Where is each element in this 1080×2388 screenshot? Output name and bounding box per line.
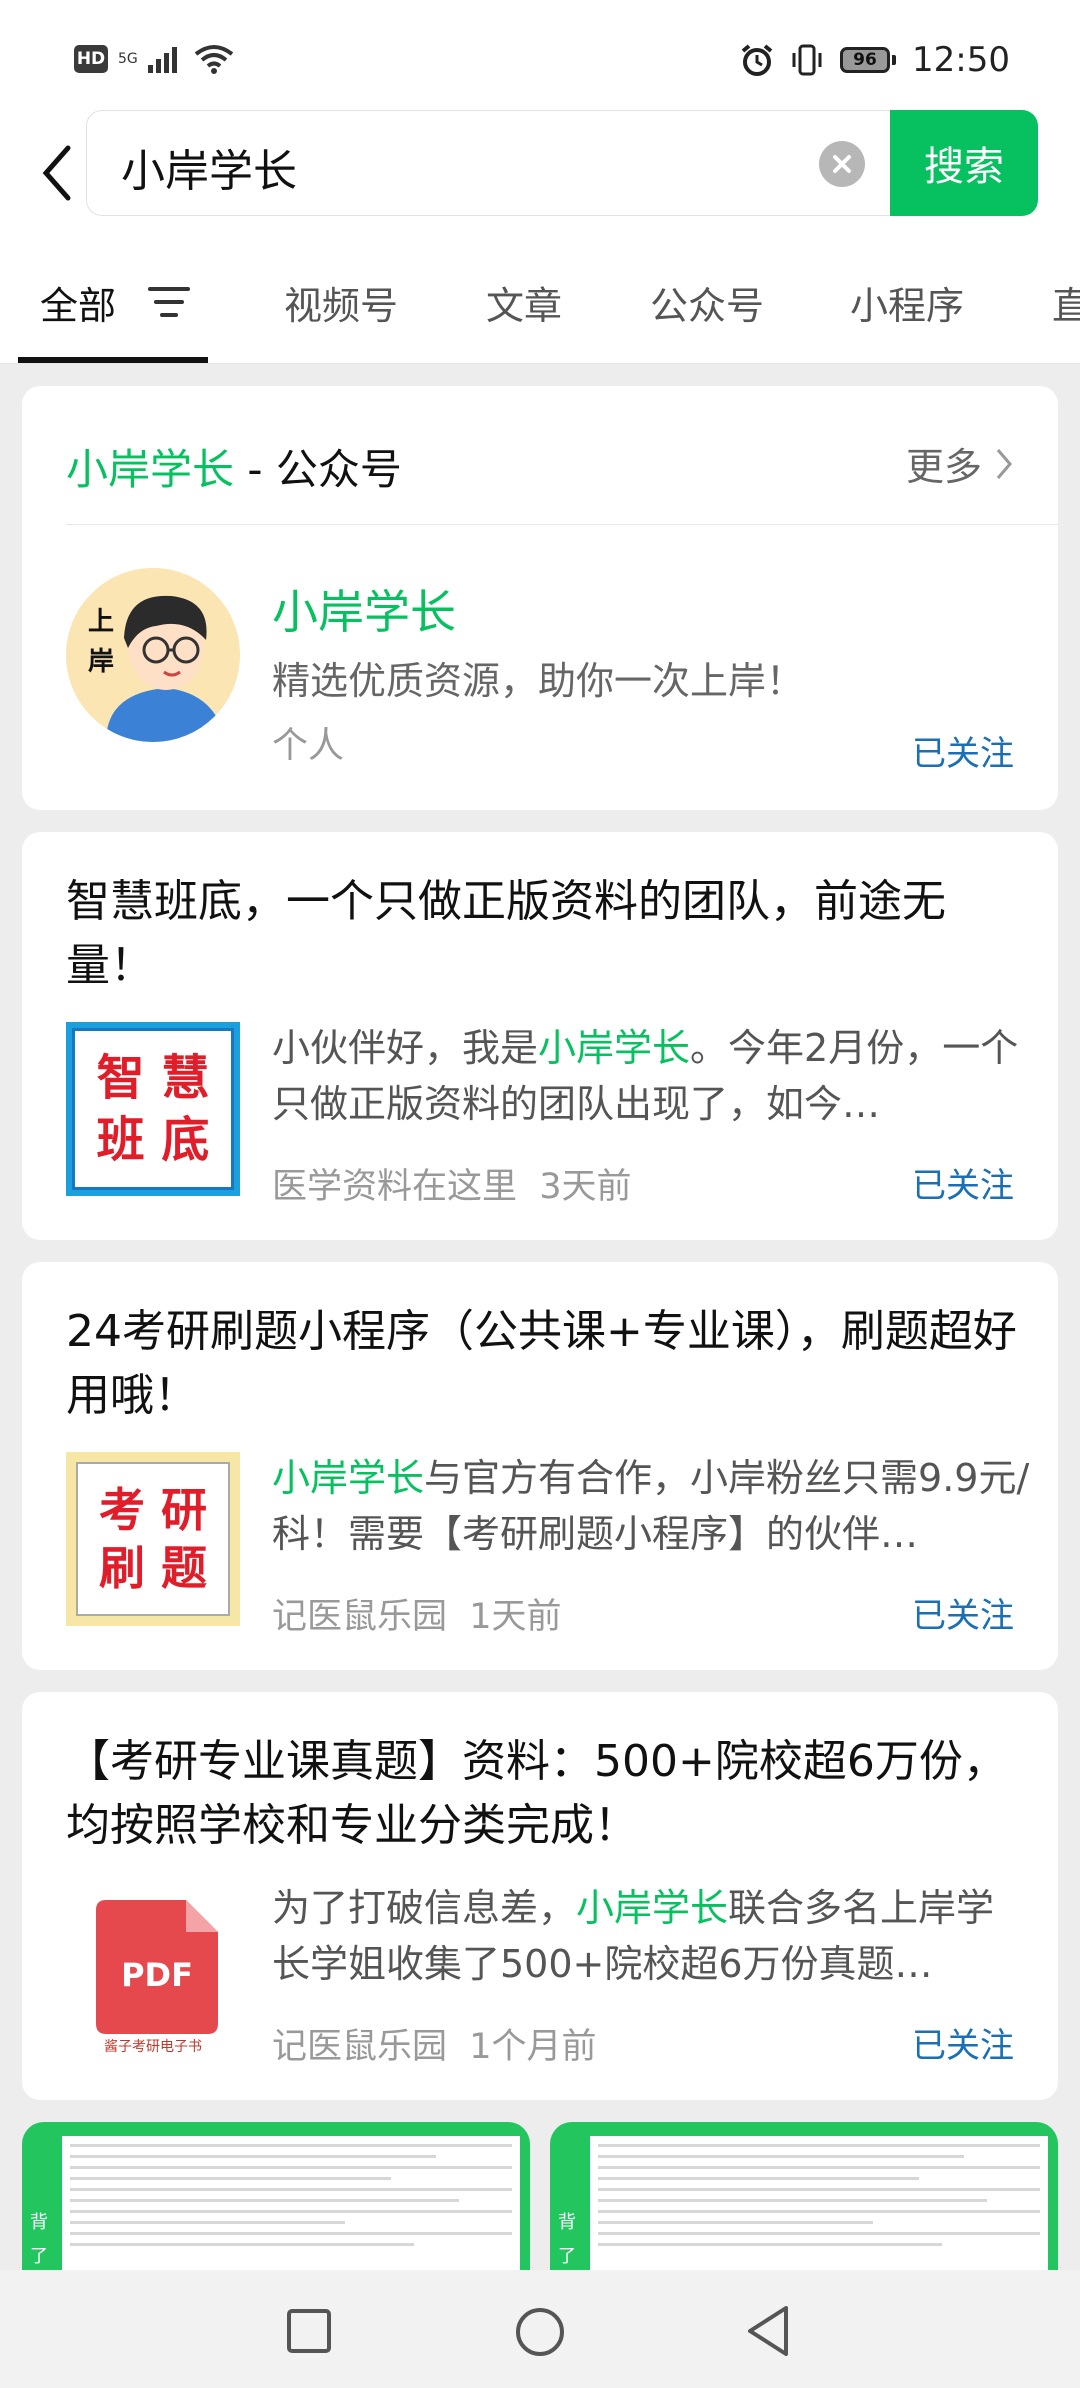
battery-icon: 96 bbox=[840, 47, 897, 73]
article-snippet: 小伙伴好，我是小岸学长。今年2月份，一个只做正版资料的团队出现了，如今… bbox=[272, 1026, 1019, 1126]
card-side-text: 背了 bbox=[558, 2212, 576, 2267]
article-title: 【考研专业课真题】资料：500+院校超6万份，均按照学校和专业分类完成！ bbox=[66, 1736, 1007, 1851]
tab-all[interactable]: 全部 bbox=[40, 275, 116, 330]
hd-badge: HD bbox=[74, 45, 108, 73]
account-card[interactable]: 小岸学长 - 公众号 更多 上岸 小岸学长 精选优质资源，助你一次上岸！ 个人 … bbox=[22, 386, 1058, 810]
article-snippet: 为了打破信息差，小岸学长联合多名上岸学长学姐收集了500+院校超6万份真题… bbox=[272, 1886, 995, 1986]
vibrate-icon bbox=[792, 44, 822, 76]
tab-official-accounts[interactable]: 公众号 bbox=[650, 275, 764, 330]
account-description: 精选优质资源，助你一次上岸！ bbox=[272, 659, 805, 703]
active-tab-indicator bbox=[18, 357, 208, 363]
card-side-text: 背了 bbox=[30, 2212, 48, 2267]
tab-articles[interactable]: 文章 bbox=[486, 275, 562, 330]
divider bbox=[66, 524, 1058, 525]
thumbnail-text: 智 慧 bbox=[96, 1050, 210, 1106]
avatar[interactable]: 上岸 bbox=[66, 568, 240, 742]
alarm-icon bbox=[741, 44, 773, 76]
tab-live[interactable]: 直 bbox=[1052, 275, 1080, 330]
network-label: 5G bbox=[118, 51, 138, 67]
article-card[interactable]: 【考研专业课真题】资料：500+院校超6万份，均按照学校和专业分类完成！ PDF… bbox=[22, 1692, 1058, 2100]
thumbnail-text: 考 研 bbox=[98, 1483, 207, 1537]
account-name: 小岸学长 bbox=[272, 585, 456, 639]
pdf-caption: 酱子考研电子书 bbox=[104, 2039, 202, 2055]
search-input[interactable]: 小岸学长 bbox=[86, 110, 892, 216]
search-button[interactable]: 搜索 bbox=[890, 110, 1038, 216]
article-title: 智慧班底，一个只做正版资料的团队，前途无量！ bbox=[66, 876, 946, 991]
follow-status: 已关注 bbox=[912, 2026, 1014, 2066]
home-icon[interactable] bbox=[514, 2306, 566, 2358]
back-arrow-icon[interactable] bbox=[34, 138, 78, 208]
filter-icon[interactable] bbox=[148, 285, 190, 319]
recent-apps-icon[interactable] bbox=[286, 2308, 332, 2354]
clear-icon[interactable] bbox=[819, 141, 865, 187]
wifi-icon bbox=[194, 45, 233, 74]
status-bar: HD 5G 96 12:50 bbox=[0, 0, 1080, 110]
clock: 12:50 bbox=[912, 40, 1010, 80]
system-nav-bar bbox=[0, 2270, 1080, 2388]
article-thumbnail: 考 研 刷 题 bbox=[66, 1452, 240, 1626]
follow-status: 已关注 bbox=[912, 1596, 1014, 1636]
chevron-right-icon bbox=[996, 448, 1012, 479]
signal-icon bbox=[147, 47, 177, 73]
back-nav-icon[interactable] bbox=[744, 2304, 792, 2358]
account-type: 个人 bbox=[272, 725, 345, 766]
tab-mini-programs[interactable]: 小程序 bbox=[850, 275, 964, 330]
thumbnail-text: 刷 题 bbox=[98, 1541, 207, 1595]
pdf-icon: PDF 酱子考研电子书 bbox=[66, 1882, 240, 2056]
article-meta: 记医鼠乐园 1天前 bbox=[272, 1597, 562, 1637]
search-query: 小岸学长 bbox=[121, 146, 297, 197]
search-bar: 小岸学长 搜索 bbox=[0, 110, 1080, 245]
tab-video[interactable]: 视频号 bbox=[284, 275, 398, 330]
article-meta: 医学资料在这里 3天前 bbox=[272, 1167, 632, 1207]
article-title: 24考研刷题小程序（公共课+专业课），刷题超好用哦！ bbox=[66, 1306, 1017, 1421]
pdf-label: PDF bbox=[121, 1956, 193, 1994]
article-card[interactable]: 智慧班底，一个只做正版资料的团队，前途无量！ 智 慧 班 底 小伙伴好，我是小岸… bbox=[22, 832, 1058, 1240]
more-button[interactable]: 更多 bbox=[906, 436, 1014, 491]
article-snippet: 小岸学长与官方有合作，小岸粉丝只需9.9元/科！需要【考研刷题小程序】的伙伴… bbox=[272, 1456, 1030, 1556]
follow-status: 已关注 bbox=[912, 734, 1014, 774]
article-card[interactable]: 24考研刷题小程序（公共课+专业课），刷题超好用哦！ 考 研 刷 题 小岸学长与… bbox=[22, 1262, 1058, 1670]
thumbnail-text: 班 底 bbox=[96, 1112, 210, 1168]
article-thumbnail: 智 慧 班 底 bbox=[66, 1022, 240, 1196]
account-section-title: 小岸学长 - 公众号 bbox=[66, 445, 402, 494]
follow-status: 已关注 bbox=[912, 1166, 1014, 1206]
filter-tabs: 全部 视频号 文章 公众号 小程序 直 bbox=[0, 245, 1080, 364]
avatar-text: 上岸 bbox=[88, 607, 115, 677]
article-meta: 记医鼠乐园 1个月前 bbox=[272, 2027, 597, 2067]
